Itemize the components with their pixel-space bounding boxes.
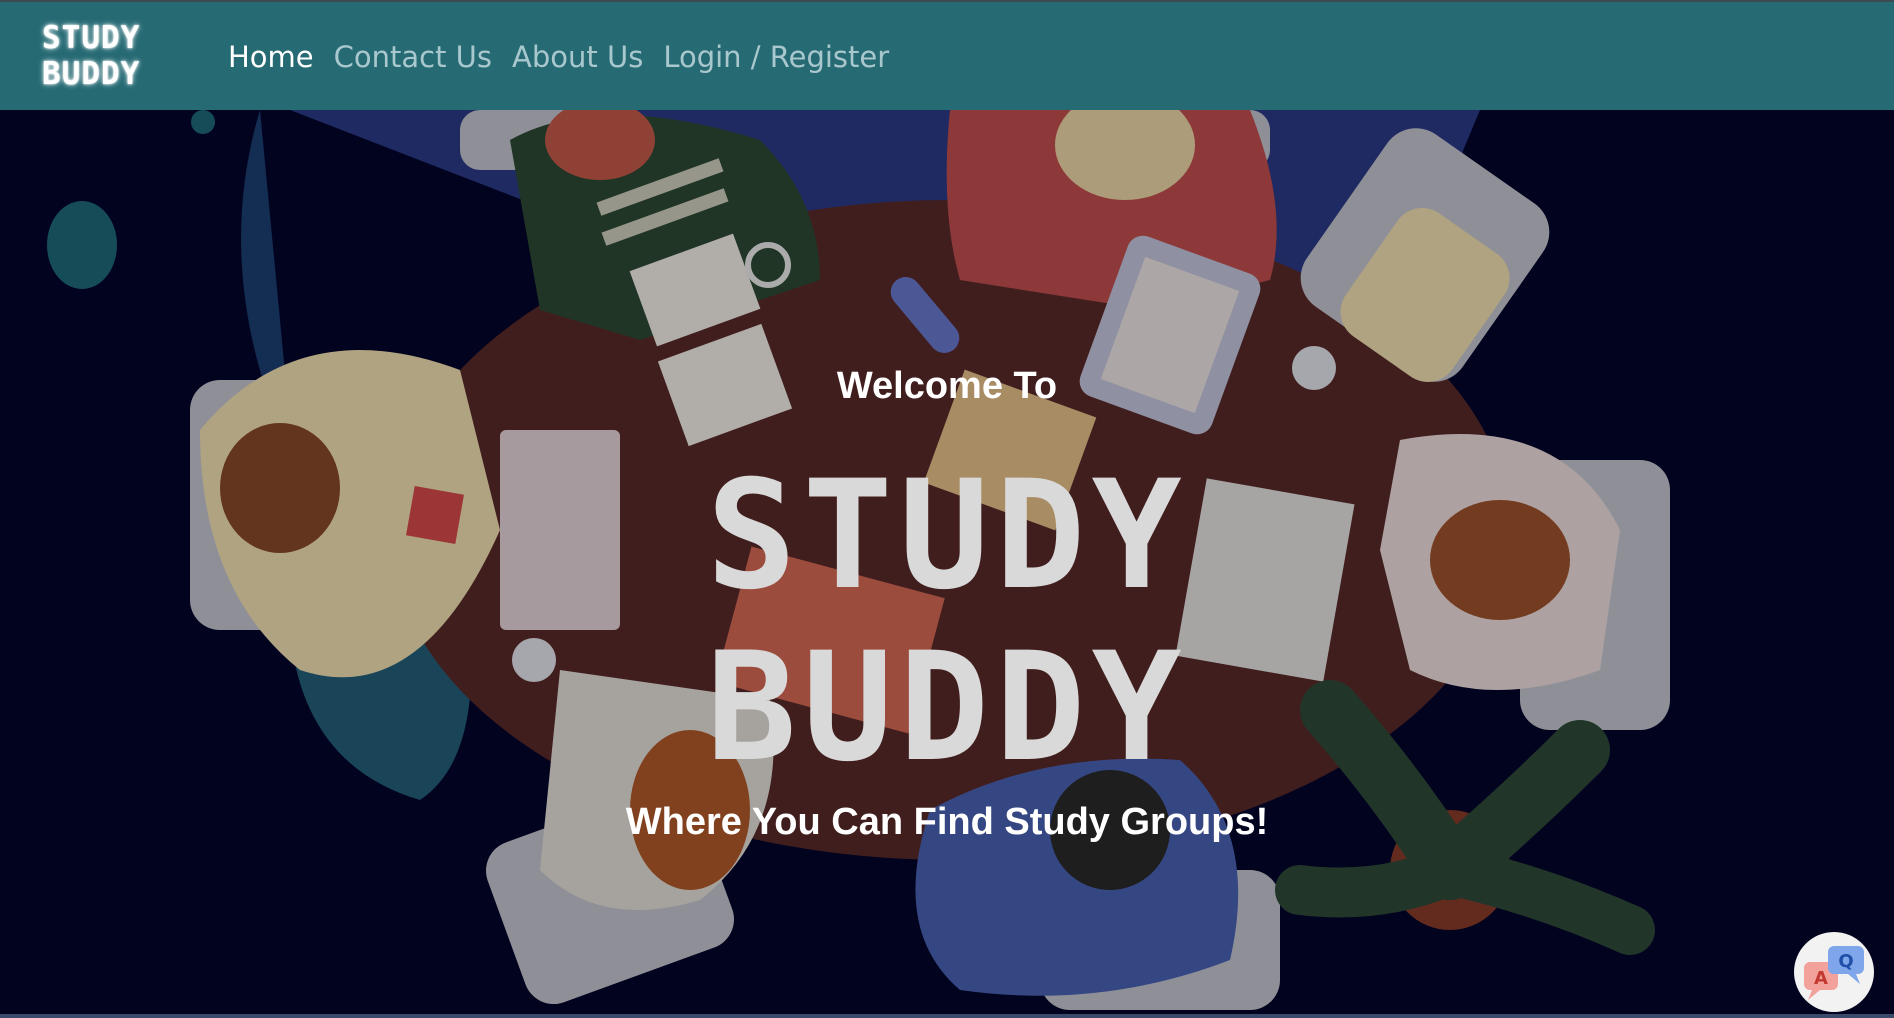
brand-line-2: BUDDY: [42, 56, 141, 92]
hero-title: STUDY BUDDY: [0, 450, 1894, 794]
brand-logo[interactable]: STUDY BUDDY: [42, 20, 182, 92]
hero-title-line-2: BUDDY: [706, 621, 1188, 795]
translate-letter-q: Q: [1838, 951, 1853, 972]
hero-tagline: Where You Can Find Study Groups!: [625, 801, 1269, 843]
welcome-heading: Welcome To: [836, 365, 1058, 407]
nav-login-register-link[interactable]: Login / Register: [663, 37, 889, 77]
brand-line-1: STUDY: [42, 20, 141, 56]
hero-title-line-1: STUDY: [706, 449, 1188, 623]
translate-button[interactable]: A Q: [1794, 932, 1874, 1012]
nav-about-link[interactable]: About Us: [512, 37, 643, 77]
translate-letter-a: A: [1814, 968, 1828, 989]
bottom-border: [0, 1014, 1894, 1018]
navbar: STUDY BUDDY Home Contact Us About Us Log…: [0, 0, 1894, 110]
nav-menu: Home Contact Us About Us Login / Registe…: [228, 37, 889, 77]
translate-icon: A Q: [1804, 946, 1864, 1000]
page: STUDY BUDDY Home Contact Us About Us Log…: [0, 0, 1894, 1018]
nav-contact-link[interactable]: Contact Us: [334, 37, 492, 77]
nav-home-link[interactable]: Home: [228, 37, 314, 77]
hero-section: Welcome To STUDY BUDDY Where You Can Fin…: [0, 110, 1894, 1018]
